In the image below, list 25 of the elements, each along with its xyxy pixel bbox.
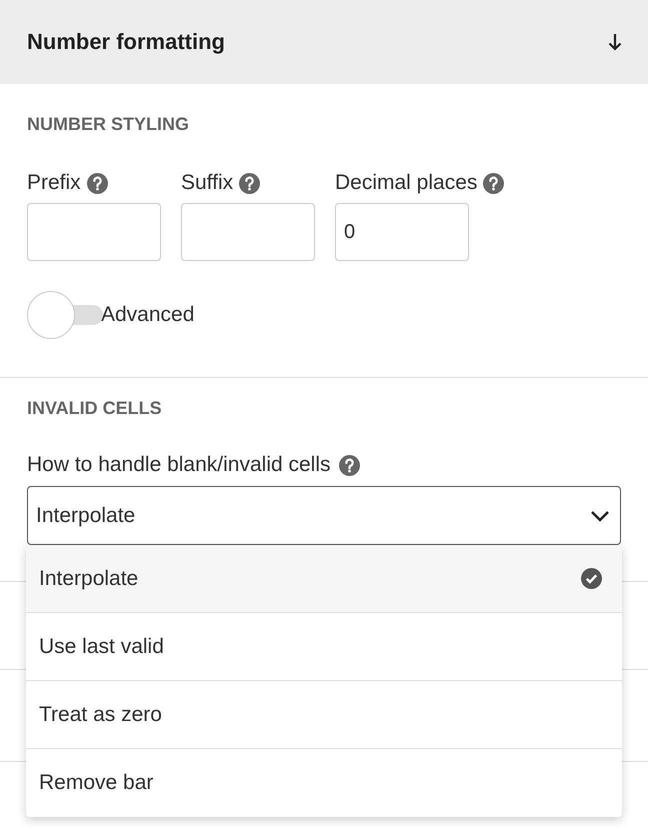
field-label: Decimal places bbox=[335, 171, 478, 195]
dropdown-select[interactable]: Interpolate bbox=[27, 486, 621, 545]
section-heading: NUMBER STYLING bbox=[27, 114, 189, 135]
section-heading: INVALID CELLS bbox=[27, 398, 162, 419]
field-label: How to handle blank/invalid cells bbox=[27, 453, 331, 477]
arrow-down-icon[interactable] bbox=[608, 33, 622, 51]
input-field[interactable] bbox=[27, 203, 161, 261]
menu-option[interactable]: Remove bar bbox=[26, 749, 622, 817]
field-label: Prefix bbox=[27, 171, 81, 195]
field-label: Suffix bbox=[181, 171, 234, 195]
help-icon[interactable] bbox=[338, 454, 360, 476]
menu-option[interactable]: Use last valid bbox=[26, 613, 622, 681]
help-icon[interactable] bbox=[86, 172, 108, 194]
input-field[interactable] bbox=[181, 203, 315, 261]
toggle-label: Advanced bbox=[101, 303, 194, 327]
menu-option[interactable]: Treat as zero bbox=[26, 681, 622, 749]
input-field[interactable]: 0 bbox=[335, 203, 469, 261]
menu-option[interactable]: Interpolate bbox=[26, 545, 622, 613]
help-icon[interactable] bbox=[483, 172, 504, 194]
help-icon[interactable] bbox=[239, 172, 260, 194]
panel-title: Number formatting bbox=[27, 29, 225, 55]
check-circle-icon bbox=[581, 568, 602, 589]
toggle-switch[interactable] bbox=[27, 291, 103, 339]
chevron-down-icon bbox=[590, 510, 610, 522]
panel-header[interactable]: Number formatting bbox=[0, 0, 648, 84]
